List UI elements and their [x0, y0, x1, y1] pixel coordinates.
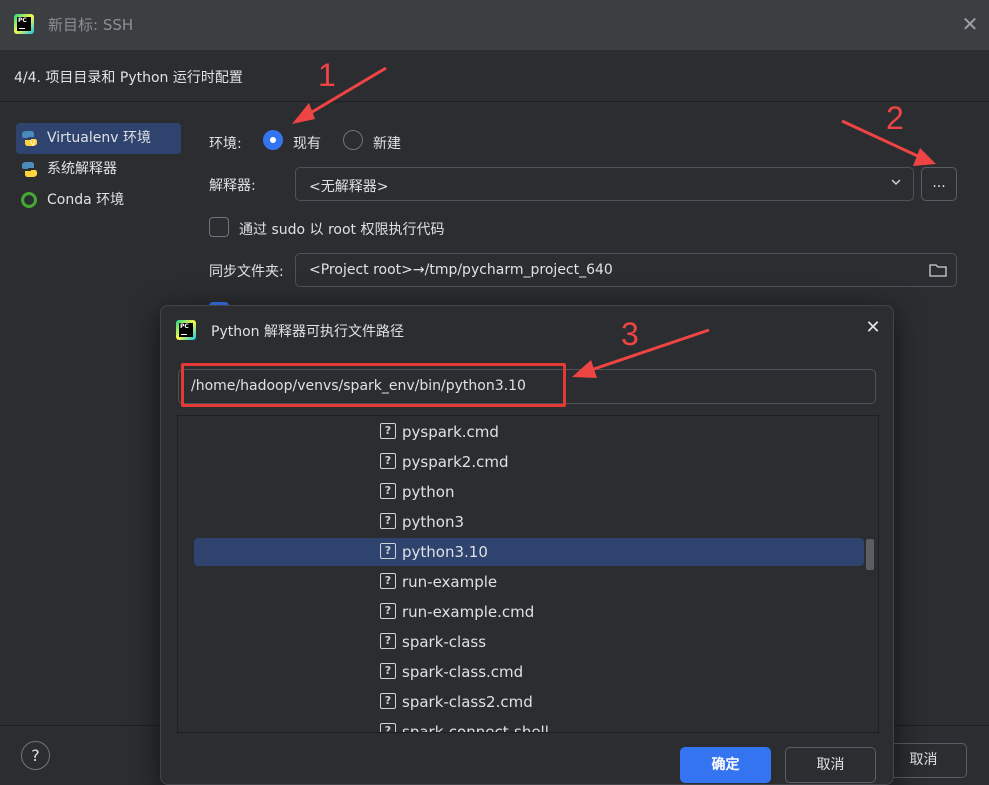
virtualenv-icon: V [22, 131, 37, 147]
env-item-label: Virtualenv 环境 [47, 130, 151, 146]
unknown-file-icon: ? [380, 423, 396, 439]
unknown-file-icon: ? [380, 723, 396, 732]
chevron-down-icon [891, 179, 901, 186]
radio-new[interactable] [343, 130, 363, 150]
unknown-file-icon: ? [380, 633, 396, 649]
unknown-file-icon: ? [380, 543, 396, 559]
radio-new-label[interactable]: 新建 [373, 133, 401, 153]
unknown-file-icon: ? [380, 603, 396, 619]
file-name: spark-connect-shell [402, 723, 549, 733]
env-item-virtualenv[interactable]: V Virtualenv 环境 [16, 123, 181, 154]
file-row[interactable]: ? spark-class2.cmd [194, 688, 864, 716]
annotation-number-2: 2 [886, 100, 904, 136]
conda-icon [21, 192, 37, 208]
file-name: run-example.cmd [402, 603, 535, 621]
radio-existing[interactable] [263, 130, 283, 150]
env-label: 环境: [209, 136, 242, 152]
file-name: spark-class2.cmd [402, 693, 533, 711]
sudo-label[interactable]: 通过 sudo 以 root 权限执行代码 [239, 219, 445, 239]
folder-icon[interactable] [929, 262, 947, 278]
env-item-system[interactable]: 系统解释器 [16, 154, 181, 185]
file-row-selected[interactable]: ? python3.10 [194, 538, 864, 566]
file-name: pyspark2.cmd [402, 453, 509, 471]
title-bar: PC 新目标: SSH ✕ [0, 0, 989, 50]
unknown-file-icon: ? [380, 663, 396, 679]
interpreter-label: 解释器: [209, 178, 256, 194]
file-name: python3 [402, 513, 465, 531]
file-row[interactable]: ? spark-class.cmd [194, 658, 864, 686]
file-name: spark-class [402, 633, 487, 651]
file-name: spark-class.cmd [402, 663, 524, 681]
file-name: python [402, 483, 455, 501]
unknown-file-icon: ? [380, 513, 396, 529]
file-row[interactable]: ? run-example.cmd [194, 598, 864, 626]
sync-folder-label: 同步文件夹: [209, 264, 284, 280]
file-name: run-example [402, 573, 498, 591]
env-item-label: Conda 环境 [47, 192, 125, 208]
annotation-number-3: 3 [621, 316, 639, 352]
svg-text:V: V [30, 139, 36, 147]
sync-folder-field[interactable]: <Project root>→/tmp/pycharm_project_640 [295, 253, 957, 287]
dialog-title: Python 解释器可执行文件路径 [211, 324, 404, 340]
tree-scrollbar[interactable] [866, 539, 874, 570]
close-icon[interactable]: ✕ [960, 14, 980, 34]
file-name: pyspark.cmd [402, 423, 499, 441]
interpreter-dropdown[interactable]: <无解释器> [295, 167, 914, 201]
sync-folder-value: <Project root>→/tmp/pycharm_project_640 [309, 262, 613, 278]
unknown-file-icon: ? [380, 573, 396, 589]
file-row[interactable]: ? python3 [194, 508, 864, 536]
ok-button[interactable]: 确定 [680, 747, 771, 783]
file-row[interactable]: ? run-example [194, 568, 864, 596]
env-type-list: V Virtualenv 环境 系统解释器 Conda 环境 [16, 123, 181, 216]
unknown-file-icon: ? [380, 483, 396, 499]
env-item-conda[interactable]: Conda 环境 [16, 185, 181, 216]
file-row[interactable]: ? pyspark.cmd [194, 418, 864, 446]
dialog-cancel-button[interactable]: 取消 [785, 747, 876, 783]
step-title: 4/4. 项目目录和 Python 运行时配置 [14, 70, 243, 86]
file-row[interactable]: ? python [194, 478, 864, 506]
path-highlight-box [181, 363, 566, 407]
annotation-number-1: 1 [318, 57, 336, 93]
browse-interpreter-button[interactable]: ... [921, 167, 957, 201]
env-item-label: 系统解释器 [47, 161, 117, 177]
file-row[interactable]: ? spark-connect-shell [194, 718, 864, 733]
unknown-file-icon: ? [380, 453, 396, 469]
sudo-checkbox[interactable] [209, 217, 229, 237]
help-button[interactable]: ? [21, 741, 50, 770]
file-tree[interactable]: ? pyspark.cmd ? pyspark2.cmd ? python ? … [177, 415, 879, 733]
pycharm-logo-icon: PC [176, 320, 196, 340]
radio-existing-label[interactable]: 现有 [293, 133, 321, 153]
unknown-file-icon: ? [380, 693, 396, 709]
step-header: 4/4. 项目目录和 Python 运行时配置 [0, 50, 989, 102]
pycharm-logo-icon: PC [14, 14, 34, 34]
file-row[interactable]: ? pyspark2.cmd [194, 448, 864, 476]
python-icon [22, 162, 37, 177]
file-row[interactable]: ? spark-class [194, 628, 864, 656]
dialog-close-icon[interactable]: ✕ [864, 319, 882, 337]
window-title: 新目标: SSH [48, 16, 134, 34]
file-name: python3.10 [402, 543, 488, 561]
interpreter-value: <无解释器> [309, 179, 389, 195]
